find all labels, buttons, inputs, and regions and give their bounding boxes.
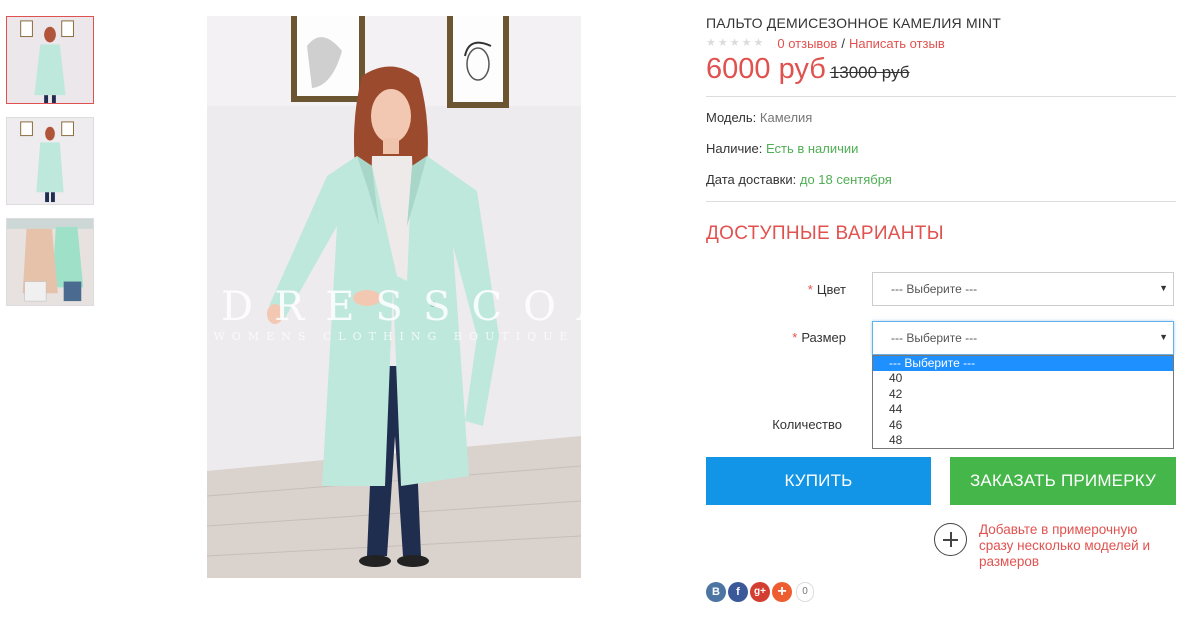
size-option[interactable]: 44 (873, 402, 1173, 417)
thumbnail-2-image (7, 118, 93, 204)
size-select[interactable]: --- Выберите --- ▼ (872, 321, 1174, 355)
required-mark: * (792, 330, 798, 345)
chevron-down-icon: ▼ (1159, 332, 1168, 342)
facebook-share-icon[interactable]: f (728, 582, 748, 602)
fitting-promo: Добавьте в примерочную сразу несколько м… (934, 522, 1190, 570)
color-select-value: --- Выберите --- (891, 282, 978, 296)
size-select-value: --- Выберите --- (891, 331, 978, 345)
thumbnail-1[interactable] (6, 16, 94, 104)
share-counter: 0 (796, 582, 814, 602)
add-to-fitting-icon[interactable] (934, 523, 967, 556)
color-select[interactable]: --- Выберите --- ▼ (872, 272, 1174, 306)
thumbnail-1-image (7, 17, 93, 103)
required-mark: * (807, 282, 813, 297)
main-product-image[interactable]: DRESSCOAT WOMENS CLOTHING BOUTIQUE (207, 16, 581, 578)
buy-button[interactable]: КУПИТЬ (706, 457, 931, 505)
thumbnail-3[interactable] (6, 218, 94, 306)
more-share-icon[interactable]: + (772, 582, 792, 602)
thumbnail-gallery (6, 16, 94, 319)
order-fitting-button[interactable]: ЗАКАЗАТЬ ПРИМЕРКУ (950, 457, 1176, 505)
size-option[interactable]: 42 (873, 387, 1173, 402)
size-option[interactable]: --- Выберите --- (873, 356, 1173, 372)
coat-model-photo (207, 16, 581, 578)
size-label-row: * Размер (706, 330, 846, 345)
size-option[interactable]: 46 (873, 418, 1173, 433)
size-label: Размер (801, 330, 846, 345)
options-form: * Цвет --- Выберите --- ▼ * Размер --- Выб… (706, 0, 1176, 629)
size-dropdown-list: --- Выберите --- 40 42 44 46 48 (872, 355, 1174, 450)
vk-share-icon[interactable]: B (706, 582, 726, 602)
color-label: Цвет (816, 282, 846, 297)
size-option[interactable]: 40 (873, 371, 1173, 386)
size-option[interactable]: 48 (873, 433, 1173, 448)
color-label-row: * Цвет (706, 282, 846, 297)
chevron-down-icon: ▼ (1159, 283, 1168, 293)
thumbnail-3-image (7, 219, 93, 305)
fitting-promo-text: Добавьте в примерочную сразу несколько м… (979, 522, 1151, 569)
share-buttons: B f g+ + 0 (706, 582, 814, 602)
quantity-label: Количество (772, 417, 842, 432)
thumbnail-2[interactable] (6, 117, 94, 205)
google-plus-share-icon[interactable]: g+ (750, 582, 770, 602)
